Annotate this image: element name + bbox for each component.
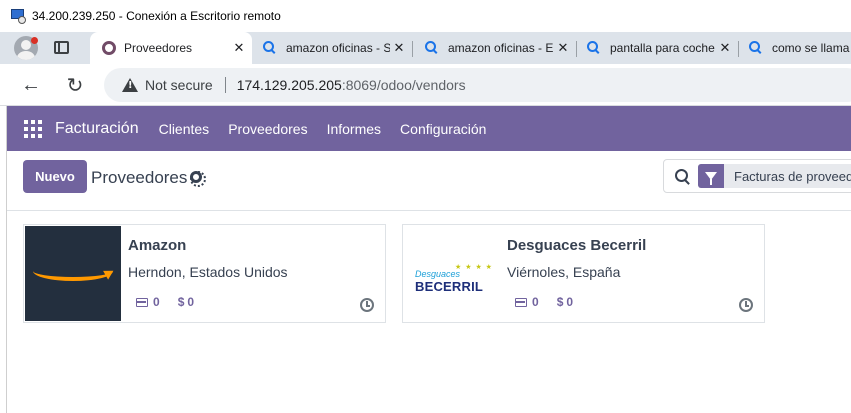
tab-label: amazon oficinas - S — [286, 41, 390, 55]
credit-card-icon — [515, 297, 527, 307]
warning-icon[interactable] — [122, 78, 138, 92]
dollar-icon: $ — [177, 295, 185, 309]
tab-label: amazon oficinas - E — [448, 41, 554, 55]
logo-small-text: Desguaces — [415, 269, 461, 279]
menu-proveedores[interactable]: Proveedores — [228, 121, 307, 137]
remote-desktop-icon — [10, 8, 26, 24]
url-host[interactable]: 174.129.205.205 — [237, 77, 342, 93]
tab-search-icon[interactable] — [54, 41, 69, 54]
facet-label: Facturas de proveedo — [734, 168, 851, 184]
odoo-navbar: Facturación Clientes Proveedores Informe… — [7, 106, 851, 151]
tab-label: Proveedores — [124, 41, 193, 55]
odoo-icon — [102, 41, 116, 55]
bills-count[interactable]: 0 — [153, 295, 160, 309]
vendor-stats: 0 $ 0 — [515, 295, 573, 309]
tab-pantalla-coche[interactable]: pantalla para coche ✕ — [576, 32, 738, 64]
rdp-title-bar: 34.200.239.250 - Conexión a Escritorio r… — [0, 0, 851, 32]
reload-icon[interactable]: ↻ — [62, 72, 88, 98]
vendor-location: Herndon, Estados Unidos — [128, 264, 288, 280]
clock-icon[interactable] — [739, 298, 753, 312]
rdp-title: 34.200.239.250 - Conexión a Escritorio r… — [32, 9, 281, 23]
url-path[interactable]: :8069/odoo/vendors — [342, 77, 466, 93]
browser-toolbar: ← ↻ Not secure 174.129.205.205 :8069/odo… — [0, 64, 851, 106]
menu-informes[interactable]: Informes — [327, 121, 381, 137]
vendor-card[interactable]: ★ ★ ★ ★ Desguaces BECERRIL Desguaces Bec… — [402, 224, 765, 323]
search-icon — [262, 40, 278, 56]
logo-stars: ★ ★ ★ ★ — [455, 264, 493, 271]
amazon-logo — [25, 226, 121, 321]
vendor-location: Viérnoles, España — [507, 264, 621, 280]
kanban-view: Amazon Herndon, Estados Unidos 0 $ 0 ★ ★… — [7, 211, 851, 413]
search-facet[interactable]: Facturas de proveedo — [698, 164, 851, 188]
security-label[interactable]: Not secure — [145, 77, 213, 93]
tab-proveedores[interactable]: Proveedores ✕ — [90, 32, 252, 64]
page-title: Proveedores — [91, 168, 188, 187]
clock-icon[interactable] — [360, 298, 374, 312]
vendor-stats: 0 $ 0 — [136, 295, 194, 309]
tab-amazon-oficinas-1[interactable]: amazon oficinas - S ✕ — [252, 32, 412, 64]
desktop-edge — [0, 106, 7, 413]
search-icon — [424, 40, 440, 56]
back-arrow-icon[interactable]: ← — [18, 72, 44, 98]
address-bar[interactable]: Not secure 174.129.205.205 :8069/odoo/ve… — [104, 68, 851, 102]
filter-icon — [698, 164, 724, 188]
gear-icon[interactable] — [190, 171, 206, 187]
vendor-name: Desguaces Becerril — [507, 237, 647, 254]
credit-card-icon — [136, 297, 148, 307]
desguaces-becerril-logo: ★ ★ ★ ★ Desguaces BECERRIL — [403, 227, 499, 322]
tab-amazon-oficinas-2[interactable]: amazon oficinas - E ✕ — [414, 32, 576, 64]
tab-close-icon[interactable]: ✕ — [716, 40, 734, 56]
search-icon[interactable] — [675, 169, 689, 183]
vendor-card[interactable]: Amazon Herndon, Estados Unidos 0 $ 0 — [23, 224, 386, 323]
tab-close-icon[interactable]: ✕ — [390, 40, 408, 56]
tab-como-se-llama[interactable]: como se llama — [738, 32, 851, 64]
vendor-name: Amazon — [128, 237, 187, 254]
amount-total[interactable]: 0 — [566, 295, 573, 309]
notification-dot — [31, 37, 38, 44]
new-button[interactable]: Nuevo — [23, 160, 87, 193]
bills-count[interactable]: 0 — [532, 295, 539, 309]
divider — [224, 77, 226, 93]
menu-configuracion[interactable]: Configuración — [400, 121, 486, 137]
dollar-icon: $ — [556, 295, 564, 309]
tab-label: como se llama — [772, 41, 850, 55]
logo-big-text: BECERRIL — [415, 279, 484, 294]
search-bar[interactable]: Facturas de proveedo — [663, 159, 851, 193]
search-icon — [586, 40, 602, 56]
apps-grid-icon[interactable] — [24, 119, 42, 138]
menu-clientes[interactable]: Clientes — [159, 121, 210, 137]
tab-strip: Proveedores ✕ amazon oficinas - S ✕ amaz… — [0, 32, 851, 64]
control-panel: Nuevo Proveedores Facturas de proveedo — [7, 151, 851, 211]
app-name[interactable]: Facturación — [55, 120, 139, 138]
tab-separator — [412, 41, 413, 57]
search-icon — [748, 40, 764, 56]
tab-label: pantalla para coche — [610, 41, 715, 55]
amount-total[interactable]: 0 — [187, 295, 194, 309]
tab-close-icon[interactable]: ✕ — [230, 40, 248, 56]
tab-close-icon[interactable]: ✕ — [554, 40, 572, 56]
